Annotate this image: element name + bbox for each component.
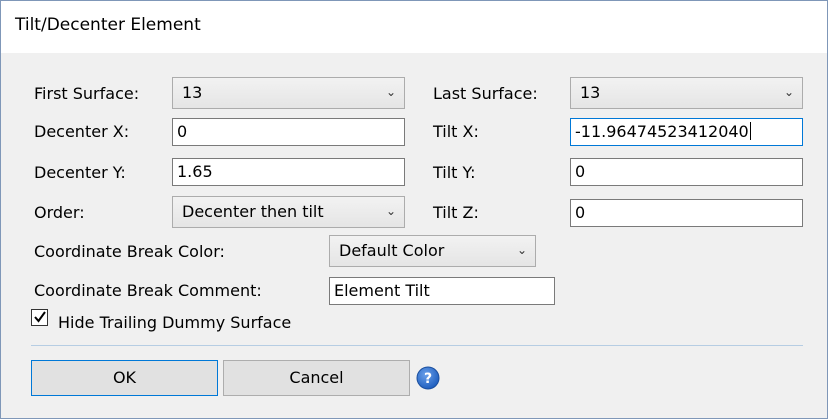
last-surface-value: 13 [580, 83, 601, 102]
dialog-body: First Surface: 13 ⌄ Last Surface: 13 ⌄ D… [1, 53, 827, 418]
chevron-down-icon: ⌄ [385, 204, 396, 218]
help-icon[interactable]: ? [416, 366, 440, 390]
tilt-x-value: -11.96474523412040 [575, 122, 749, 141]
tilt-y-input[interactable]: 0 [570, 158, 803, 186]
title-bar: Tilt/Decenter Element [1, 1, 827, 53]
svg-text:?: ? [424, 371, 432, 387]
decenter-x-input[interactable]: 0 [172, 118, 405, 146]
hide-dummy-label[interactable]: Hide Trailing Dummy Surface [58, 313, 291, 332]
first-surface-label: First Surface: [34, 84, 140, 103]
cb-color-value: Default Color [339, 241, 445, 260]
decenter-x-value: 0 [177, 122, 188, 141]
separator [31, 345, 803, 346]
cb-comment-input[interactable]: Element Tilt [329, 277, 555, 305]
cb-color-dropdown[interactable]: Default Color ⌄ [329, 235, 536, 267]
hide-dummy-checkbox[interactable] [31, 309, 48, 326]
tilt-y-label: Tilt Y: [433, 163, 476, 182]
first-surface-dropdown[interactable]: 13 ⌄ [172, 77, 405, 109]
decenter-x-label: Decenter X: [34, 122, 130, 141]
chevron-down-icon: ⌄ [516, 243, 527, 257]
tilt-decenter-dialog: Tilt/Decenter Element First Surface: 13 … [0, 0, 828, 419]
cb-comment-label: Coordinate Break Comment: [34, 281, 262, 300]
chevron-down-icon: ⌄ [385, 85, 396, 99]
order-label: Order: [34, 203, 85, 222]
last-surface-dropdown[interactable]: 13 ⌄ [570, 77, 803, 109]
tilt-y-value: 0 [575, 162, 586, 181]
cb-color-label: Coordinate Break Color: [34, 242, 225, 261]
text-caret [749, 122, 751, 140]
tilt-z-label: Tilt Z: [433, 203, 479, 222]
tilt-z-input[interactable]: 0 [570, 199, 803, 227]
decenter-y-input[interactable]: 1.65 [172, 158, 405, 186]
first-surface-value: 13 [182, 83, 203, 102]
order-dropdown[interactable]: Decenter then tilt ⌄ [172, 196, 405, 228]
check-icon [34, 311, 46, 323]
decenter-y-value: 1.65 [177, 162, 213, 181]
cb-comment-value: Element Tilt [334, 281, 430, 300]
ok-button[interactable]: OK [31, 360, 218, 396]
chevron-down-icon: ⌄ [783, 85, 794, 99]
decenter-y-label: Decenter Y: [34, 163, 126, 182]
dialog-title: Tilt/Decenter Element [15, 15, 201, 35]
tilt-x-input[interactable]: -11.96474523412040 [570, 118, 803, 146]
tilt-x-label: Tilt X: [433, 122, 479, 141]
cancel-button[interactable]: Cancel [223, 360, 410, 396]
tilt-z-value: 0 [575, 203, 586, 222]
order-value: Decenter then tilt [182, 202, 324, 221]
last-surface-label: Last Surface: [433, 84, 538, 103]
